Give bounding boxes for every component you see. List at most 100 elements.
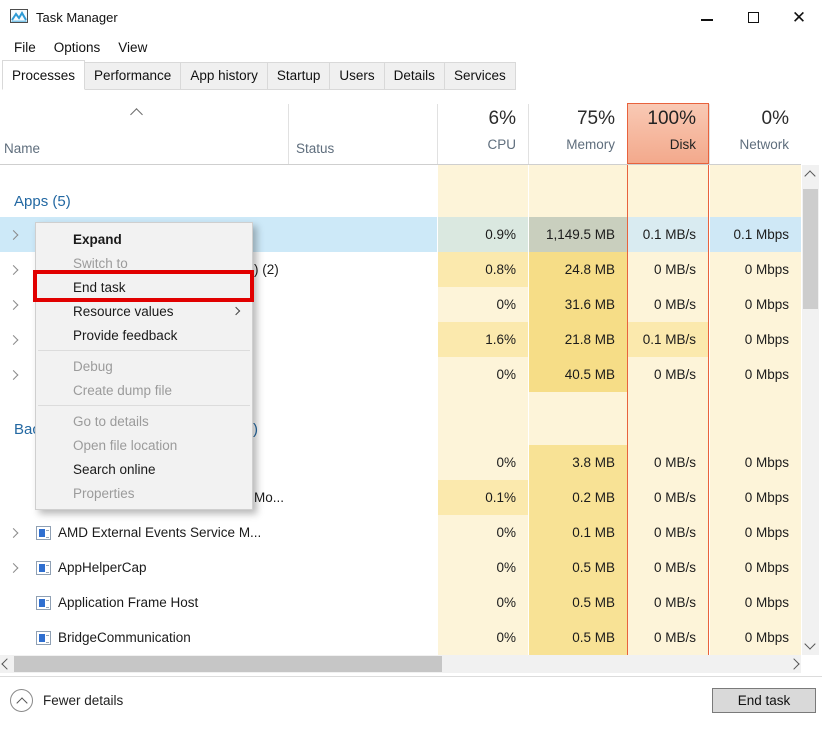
expand-chevron-icon[interactable]: [9, 265, 19, 275]
header-label-disk: Disk: [628, 137, 696, 152]
menubar-item-options[interactable]: Options: [45, 36, 110, 59]
expand-chevron-icon[interactable]: [9, 563, 19, 573]
menu-item-resource-values[interactable]: Resource values: [36, 299, 252, 323]
expand-chevron-icon[interactable]: [9, 370, 19, 380]
process-row[interactable]: Application Frame Host0%0.5 MB0 MB/s0 Mb…: [0, 585, 801, 620]
cell-cpu: 0%: [437, 515, 528, 550]
cell-network: [709, 392, 801, 400]
cell-memory: 24.8 MB: [528, 252, 627, 287]
menu-item-expand[interactable]: Expand: [36, 227, 252, 251]
cell-disk: 0 MB/s: [627, 515, 709, 550]
process-row[interactable]: AppHelperCap0%0.5 MB0 MB/s0 Mbps: [0, 550, 801, 585]
column-header-status[interactable]: Status: [296, 141, 334, 156]
cell-cpu: 0.9%: [437, 217, 528, 252]
cell-disk: 0 MB/s: [627, 252, 709, 287]
cell-memory: 21.8 MB: [528, 322, 627, 357]
column-header-name[interactable]: Name: [4, 141, 40, 156]
menu-item-provide-feedback[interactable]: Provide feedback: [36, 323, 252, 347]
cell-network: 0 Mbps: [709, 585, 801, 620]
cell-disk: [627, 165, 709, 217]
expand-chevron-icon[interactable]: [9, 528, 19, 538]
tab-performance[interactable]: Performance: [84, 62, 181, 90]
cell-cpu: 0%: [437, 287, 528, 322]
cell-memory: 0.2 MB: [528, 480, 627, 515]
cell-disk: [627, 392, 709, 400]
tab-details[interactable]: Details: [384, 62, 445, 90]
cell-network: 0 Mbps: [709, 620, 801, 655]
horizontal-scrollbar[interactable]: [0, 655, 801, 673]
column-header-disk[interactable]: 100% Disk: [627, 103, 709, 164]
cell-network: 0 Mbps: [709, 322, 801, 357]
column-header-memory[interactable]: 75%Memory: [528, 104, 627, 164]
column-divider: [528, 104, 529, 164]
header-percent-network: 0%: [709, 108, 789, 130]
process-name-cell[interactable]: BridgeCommunication: [0, 620, 437, 655]
scroll-right-icon[interactable]: [788, 658, 799, 669]
process-name-cell[interactable]: Application Frame Host: [0, 585, 437, 620]
expand-chevron-icon[interactable]: [9, 335, 19, 345]
end-task-button[interactable]: End task: [712, 688, 816, 713]
scroll-down-icon[interactable]: [804, 638, 815, 649]
cell-network: 0.1 Mbps: [709, 217, 801, 252]
process-name-cell[interactable]: AppHelperCap: [0, 550, 437, 585]
cell-cpu: 0%: [437, 620, 528, 655]
footer-bar: Fewer details End task: [0, 676, 822, 735]
task-manager-window: Task Manager ✕ FileOptionsView Processes…: [0, 0, 822, 735]
context-menu: ExpandSwitch toEnd taskResource valuesPr…: [35, 222, 253, 510]
column-divider: [437, 104, 438, 164]
header-percent-disk: 100%: [628, 108, 696, 130]
process-icon: [36, 526, 51, 540]
vertical-scrollbar[interactable]: [802, 165, 819, 655]
menubar-item-view[interactable]: View: [109, 36, 156, 59]
close-button[interactable]: ✕: [776, 0, 822, 34]
process-icon: [36, 631, 51, 645]
process-row[interactable]: BridgeCommunication0%0.5 MB0 MB/s0 Mbps: [0, 620, 801, 655]
cell-network: 0 Mbps: [709, 287, 801, 322]
cell-disk: [627, 400, 709, 445]
tab-app-history[interactable]: App history: [180, 62, 268, 90]
column-header-row: Name Status 6%CPU75%Memory100% Disk 0% Netw…: [0, 92, 801, 165]
menu-separator: [38, 405, 250, 406]
process-icon: [36, 596, 51, 610]
header-label-network: Network: [709, 137, 789, 152]
scroll-left-icon[interactable]: [1, 658, 12, 669]
window-title: Task Manager: [36, 10, 118, 25]
cell-disk: 0 MB/s: [627, 357, 709, 392]
cell-cpu: 0.8%: [437, 252, 528, 287]
cell-network: 0 Mbps: [709, 480, 801, 515]
cell-network: [709, 165, 801, 217]
group-header-left[interactable]: Apps (5): [0, 165, 437, 217]
tab-users[interactable]: Users: [329, 62, 384, 90]
minimize-button[interactable]: [684, 0, 730, 34]
process-name: AppHelperCap: [58, 560, 147, 575]
header-label-memory: Memory: [528, 137, 615, 152]
tab-bar: ProcessesPerformanceApp historyStartupUs…: [0, 60, 822, 90]
menu-item-end-task[interactable]: End task: [36, 275, 252, 299]
menu-item-go-to-details: Go to details: [36, 409, 252, 433]
cell-network: 0 Mbps: [709, 445, 801, 480]
scroll-up-icon[interactable]: [804, 170, 815, 181]
chevron-up-circle-icon: [10, 689, 33, 712]
tab-startup[interactable]: Startup: [267, 62, 331, 90]
cell-cpu: 0%: [437, 585, 528, 620]
horizontal-scrollbar-thumb[interactable]: [14, 656, 442, 672]
expand-chevron-icon[interactable]: [9, 300, 19, 310]
process-row[interactable]: AMD External Events Service M...0%0.1 MB…: [0, 515, 801, 550]
column-header-cpu[interactable]: 6%CPU: [437, 104, 528, 164]
menu-item-search-online[interactable]: Search online: [36, 457, 252, 481]
maximize-button[interactable]: [730, 0, 776, 34]
cell-cpu: [437, 165, 528, 217]
group-header-row: Apps (5): [0, 165, 801, 217]
expand-chevron-icon[interactable]: [9, 230, 19, 240]
column-header-network[interactable]: 0% Network: [709, 104, 801, 164]
menubar-item-file[interactable]: File: [5, 36, 45, 59]
column-divider: [288, 104, 289, 164]
process-name-fragment: ) (2): [254, 262, 279, 277]
cell-network: 0 Mbps: [709, 515, 801, 550]
tab-processes[interactable]: Processes: [2, 60, 85, 90]
process-name-cell[interactable]: AMD External Events Service M...: [0, 515, 437, 550]
fewer-details-toggle[interactable]: Fewer details: [10, 689, 123, 712]
menu-item-debug: Debug: [36, 354, 252, 378]
tab-services[interactable]: Services: [444, 62, 516, 90]
vertical-scrollbar-thumb[interactable]: [803, 189, 818, 309]
